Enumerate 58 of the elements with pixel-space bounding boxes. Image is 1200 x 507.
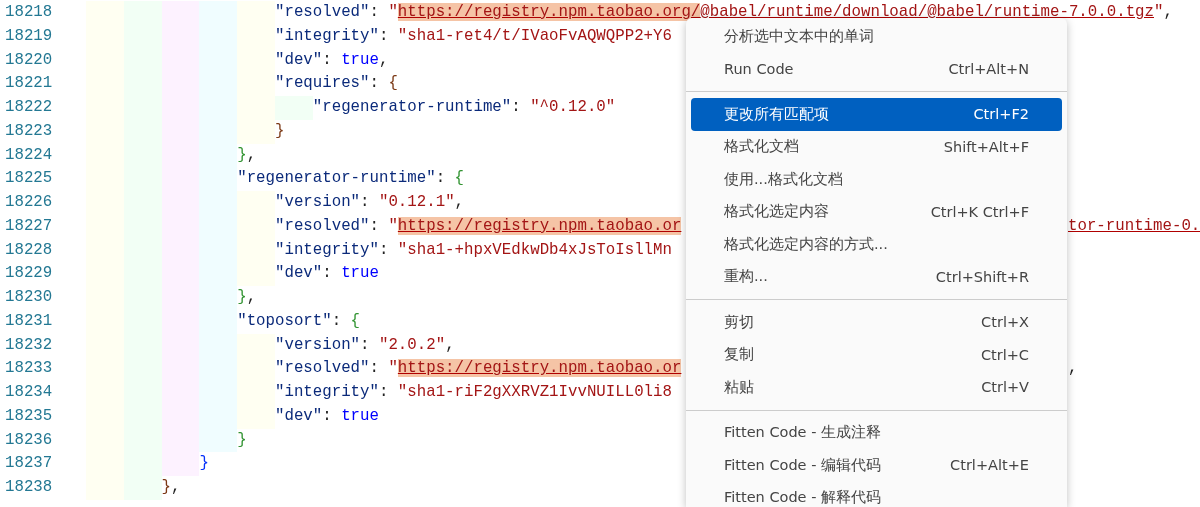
menu-item[interactable]: 使用...格式化文档 — [691, 163, 1062, 196]
code-line: "version": "2.0.2", — [275, 334, 455, 356]
code-line: "integrity": "sha1-ret4/t/IVaoFvAQWQPP2+Y6 — [275, 25, 672, 47]
code-line: "integrity": "sha1-riF2gXXRVZ1IvvNUILL0li8 — [275, 382, 672, 403]
menu-item[interactable]: 格式化选定内容的方式... — [691, 228, 1062, 261]
line-number: 18223 — [4, 120, 54, 142]
line-number: 18235 — [4, 405, 54, 427]
code-line: "integrity": "sha1-+hpxVEdkwDb4xJsToIsllMn — [275, 239, 672, 261]
code-line: } — [275, 120, 285, 142]
code-line: }, — [161, 477, 181, 498]
code-line: "regenerator-runtime": "^0.12.0" — [312, 97, 616, 118]
menu-item[interactable]: 格式化选定内容 Ctrl+K Ctrl+F — [691, 195, 1062, 228]
code-line: "dev": true — [275, 405, 379, 427]
menu-item[interactable]: 更改所有匹配项 Ctrl+F2 — [691, 98, 1062, 131]
code-line: }, — [237, 287, 257, 308]
line-number: 18230 — [4, 287, 54, 308]
menu-item[interactable]: Fitten Code - 生成注释 — [691, 416, 1062, 449]
menu-item[interactable]: 格式化文档 Shift+Alt+F — [691, 130, 1062, 163]
line-number: 18228 — [4, 239, 54, 261]
code-line: "requires": { — [275, 73, 398, 95]
line-number: 18220 — [4, 49, 54, 71]
line-number: 18224 — [4, 144, 54, 166]
line-number: 18226 — [4, 192, 54, 213]
line-number: 18227 — [4, 215, 54, 237]
code-line: "resolved": "https://registry.npm.taobao.or — [275, 215, 682, 237]
line-number: 18219 — [4, 25, 54, 47]
menu-item[interactable]: 分析选中文本中的单词 — [691, 20, 1062, 53]
menu-item[interactable]: Fitten Code - 编辑代码 Ctrl+Alt+E — [691, 449, 1062, 482]
code-line: , — [1068, 358, 1078, 380]
menu-item[interactable]: 复制 Ctrl+C — [691, 338, 1062, 371]
line-number: 18221 — [4, 73, 54, 95]
line-number: 18231 — [4, 310, 54, 332]
menu-item[interactable]: 重构... Ctrl+Shift+R — [691, 260, 1062, 293]
line-number: 18229 — [4, 263, 54, 285]
menu-item[interactable]: 粘贴 Ctrl+V — [691, 371, 1062, 404]
line-number: 18232 — [4, 334, 54, 356]
code-line: "resolved": "https://registry.npm.taobao.or — [275, 358, 682, 380]
code-line: "dev": true — [275, 263, 379, 285]
code-line: "toposort": { — [237, 310, 361, 332]
code-line: } — [199, 453, 209, 475]
line-number: 18236 — [4, 429, 54, 451]
code-line: }, — [237, 144, 257, 166]
menu-item[interactable]: Run Code Ctrl+Alt+N — [691, 52, 1062, 85]
line-number: 18234 — [4, 382, 54, 403]
menu-item[interactable]: Fitten Code - 解释代码 — [691, 481, 1062, 507]
line-number: 18218 — [4, 2, 54, 23]
code-line: "regenerator-runtime": { — [237, 168, 465, 190]
line-number: 18238 — [4, 477, 54, 498]
code-line: } — [237, 429, 247, 451]
code-line: "dev": true, — [275, 49, 389, 71]
menu-item[interactable]: 剪切 Ctrl+X — [691, 306, 1062, 339]
line-number: 18222 — [4, 97, 54, 118]
code-line: "resolved": "https://registry.npm.taobao.org/@babel/runtime/download/@babel/runtime-7.0.0.tgz", — [275, 2, 1173, 23]
code-line: "version": "0.12.1", — [275, 192, 465, 213]
code-line: tor-runtime-0. — [1068, 215, 1200, 237]
line-number: 18233 — [4, 358, 54, 380]
line-number: 18237 — [4, 453, 54, 475]
line-number: 18225 — [4, 168, 54, 190]
